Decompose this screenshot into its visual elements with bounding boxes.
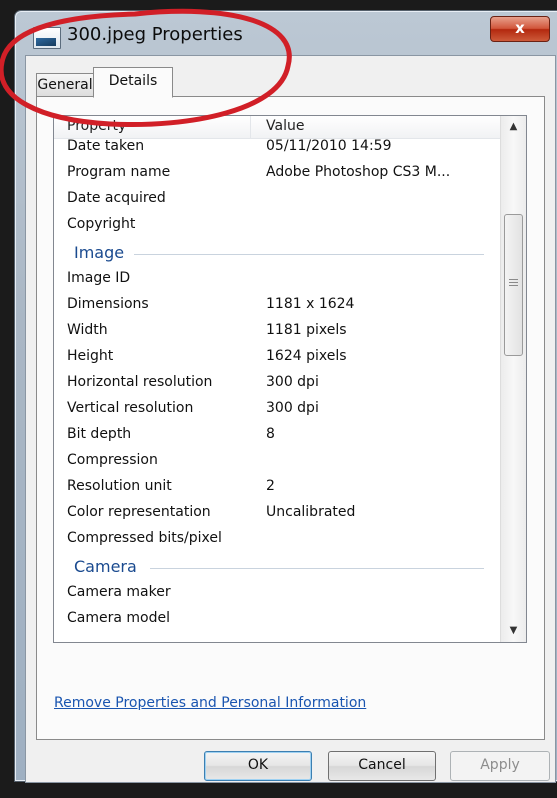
- property-value: 300 dpi: [266, 374, 319, 390]
- property-value: 1181 pixels: [266, 322, 347, 338]
- property-value: 2: [266, 478, 275, 494]
- tab-details[interactable]: Details: [93, 67, 173, 98]
- list-row[interactable]: Camera model: [54, 608, 500, 634]
- property-name: Bit depth: [67, 426, 132, 442]
- list-row[interactable]: Date acquired: [54, 188, 500, 214]
- scroll-thumb[interactable]: [504, 214, 523, 356]
- tab-general[interactable]: General: [36, 73, 94, 96]
- property-value: 05/11/2010 14:59: [266, 138, 392, 154]
- value-column-header[interactable]: Value: [266, 118, 304, 134]
- property-name: Dimensions: [67, 296, 149, 312]
- group-header-image: Image: [54, 240, 500, 268]
- list-row[interactable]: Horizontal resolution 300 dpi: [54, 372, 500, 398]
- group-divider: [150, 568, 484, 569]
- group-divider: [134, 254, 484, 255]
- scroll-down-arrow-icon[interactable]: ▼: [501, 620, 526, 642]
- list-row[interactable]: Program name Adobe Photoshop CS3 M...: [54, 162, 500, 188]
- property-value: Adobe Photoshop CS3 M...: [266, 164, 451, 180]
- list-row[interactable]: Dimensions 1181 x 1624: [54, 294, 500, 320]
- property-name: Compressed bits/pixel: [67, 530, 222, 546]
- property-name: Width: [67, 322, 108, 338]
- list-row[interactable]: Width 1181 pixels: [54, 320, 500, 346]
- remove-properties-link[interactable]: Remove Properties and Personal Informati…: [54, 695, 366, 711]
- grip-icon: [509, 279, 518, 287]
- list-row[interactable]: Copyright: [54, 214, 500, 240]
- apply-button[interactable]: Apply: [450, 751, 550, 781]
- property-value: Uncalibrated: [266, 504, 356, 520]
- property-value: 8: [266, 426, 275, 442]
- column-divider[interactable]: [250, 116, 251, 138]
- list-row[interactable]: Image ID: [54, 268, 500, 294]
- scroll-up-arrow-icon[interactable]: ▲: [501, 116, 526, 138]
- group-header-camera: Camera: [54, 554, 500, 582]
- property-value: 300 dpi: [266, 400, 319, 416]
- cancel-button[interactable]: Cancel: [328, 751, 436, 781]
- property-value: 1624 pixels: [266, 348, 347, 364]
- title-bar[interactable]: 300.jpeg Properties x: [15, 11, 557, 55]
- window-title: 300.jpeg Properties: [67, 24, 243, 45]
- property-list[interactable]: Property Value Date taken 05/11/2010 14:…: [53, 115, 527, 643]
- property-name: Copyright: [67, 216, 136, 232]
- property-name: Program name: [67, 164, 171, 180]
- details-panel: Property Value Date taken 05/11/2010 14:…: [36, 96, 545, 740]
- group-title: Image: [74, 243, 125, 262]
- list-row[interactable]: Resolution unit 2: [54, 476, 500, 502]
- property-value: 1181 x 1624: [266, 296, 355, 312]
- vertical-scrollbar[interactable]: ▲ ▼: [500, 116, 526, 642]
- list-row[interactable]: Bit depth 8: [54, 424, 500, 450]
- list-row[interactable]: Compressed bits/pixel: [54, 528, 500, 554]
- property-name: Date taken: [67, 138, 145, 154]
- ok-button[interactable]: OK: [204, 751, 312, 781]
- property-name: Camera model: [67, 610, 170, 626]
- properties-window: 300.jpeg Properties x General Details Pr…: [14, 10, 557, 783]
- list-row[interactable]: Color representation Uncalibrated: [54, 502, 500, 528]
- property-name: Horizontal resolution: [67, 374, 213, 390]
- property-name: Color representation: [67, 504, 211, 520]
- property-name: Vertical resolution: [67, 400, 194, 416]
- close-button[interactable]: x: [490, 16, 550, 42]
- property-column-header[interactable]: Property: [67, 118, 126, 134]
- property-name: Compression: [67, 452, 158, 468]
- property-name: Image ID: [67, 270, 131, 286]
- image-file-icon: [33, 27, 61, 49]
- dialog-content: General Details Property Value Date take…: [25, 55, 556, 783]
- property-name: Resolution unit: [67, 478, 172, 494]
- property-name: Height: [67, 348, 114, 364]
- group-title: Camera: [74, 557, 137, 576]
- list-row[interactable]: Height 1624 pixels: [54, 346, 500, 372]
- list-row[interactable]: Date taken 05/11/2010 14:59: [54, 136, 500, 162]
- list-row[interactable]: Camera maker: [54, 582, 500, 608]
- list-row[interactable]: Vertical resolution 300 dpi: [54, 398, 500, 424]
- property-name: Date acquired: [67, 190, 166, 206]
- list-row[interactable]: Compression: [54, 450, 500, 476]
- property-name: Camera maker: [67, 584, 171, 600]
